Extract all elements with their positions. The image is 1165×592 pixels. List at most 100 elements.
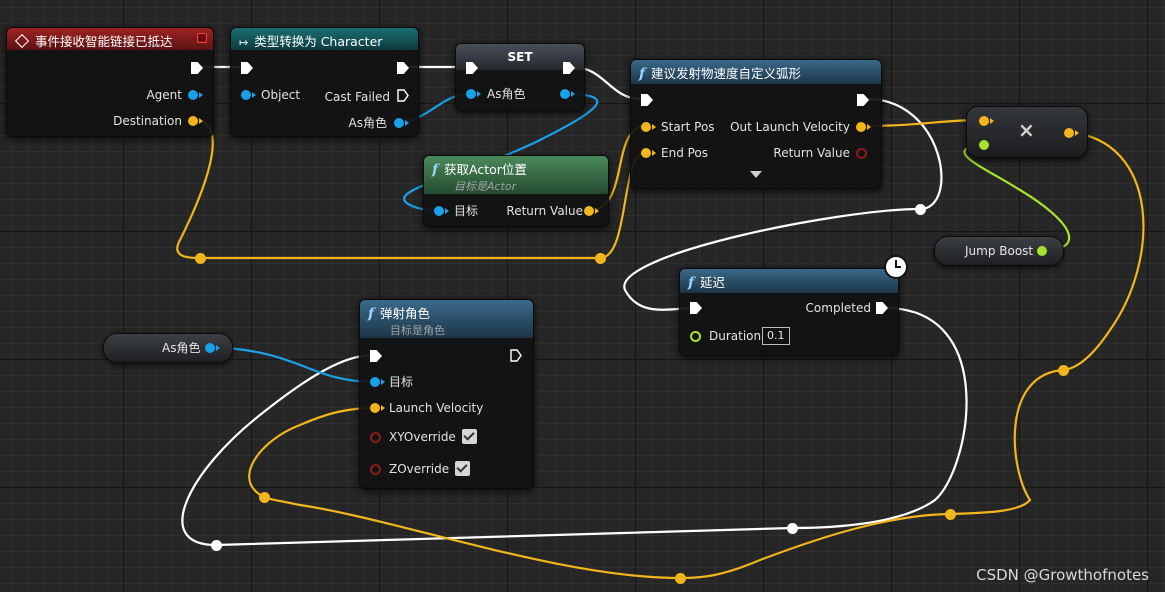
- delay-duration-input[interactable]: 0.1: [762, 327, 790, 345]
- vector-wire: [248, 406, 377, 499]
- as-char-variable[interactable]: As角色: [103, 333, 233, 363]
- delay-exec-in-pin[interactable]: [690, 302, 702, 314]
- suggest-arc-exec-out-pin[interactable]: [857, 94, 869, 106]
- event-destination-pin[interactable]: [188, 116, 203, 126]
- get-actor-location-header: f 获取Actor位置 目标是Actor: [424, 156, 608, 194]
- event-agent-pin[interactable]: [188, 90, 203, 100]
- reroute-node[interactable]: [1058, 365, 1069, 376]
- launch-xy-override-checkbox[interactable]: [461, 429, 477, 444]
- delay-title: 延迟: [700, 275, 726, 290]
- jump-boost-pin[interactable]: [1037, 246, 1047, 256]
- clock-icon: [884, 255, 908, 279]
- get-actor-location-target-pin[interactable]: [434, 206, 449, 216]
- exec-wire: [214, 526, 794, 547]
- suggest-arc-return-label: Return Value: [773, 146, 850, 160]
- launch-exec-in-pin[interactable]: [370, 350, 382, 362]
- cast-node-title: 类型转换为 Character: [254, 34, 383, 49]
- delay-completed-label: Completed: [805, 301, 871, 315]
- launch-character-subtitle: 目标是角色: [390, 324, 445, 337]
- multiply-out-pin[interactable]: [1064, 128, 1079, 138]
- launch-z-override-checkbox[interactable]: [455, 461, 471, 476]
- reroute-node[interactable]: [595, 253, 606, 264]
- suggest-arc-return-pin[interactable]: [856, 148, 867, 159]
- launch-xy-override-row: XYOverride: [389, 429, 477, 445]
- launch-z-override-row: ZOverride: [389, 461, 471, 477]
- event-agent-label: Agent: [146, 88, 182, 102]
- event-exec-out-pin[interactable]: [191, 62, 203, 74]
- suggest-arc-start-pos-pin[interactable]: [641, 122, 656, 132]
- launch-character-title: 弹射角色: [380, 306, 431, 321]
- reroute-node[interactable]: [915, 204, 926, 215]
- reroute-node[interactable]: [675, 573, 686, 584]
- cast-exec-in-pin[interactable]: [241, 62, 253, 74]
- vector-wire: [678, 512, 952, 580]
- cast-exec-out-pin[interactable]: [397, 62, 409, 74]
- reroute-node[interactable]: [787, 523, 798, 534]
- suggest-arc-node[interactable]: f 建议发射物速度自定义弧形 Start Pos Out Launch Veloc…: [630, 59, 882, 189]
- vector-wire: [948, 130, 1145, 516]
- suggest-arc-out-velocity-label: Out Launch Velocity: [730, 120, 850, 134]
- reroute-node[interactable]: [195, 253, 206, 264]
- multiply-a-pin[interactable]: [979, 116, 994, 126]
- get-actor-location-target-label: 目标: [454, 204, 479, 218]
- cast-failed-exec-pin[interactable]: [397, 89, 409, 102]
- delay-header: f 延迟: [680, 269, 898, 293]
- function-f-icon: f: [368, 306, 375, 322]
- suggest-arc-end-pos-label: End Pos: [661, 146, 709, 160]
- suggest-arc-title: 建议发射物速度自定义弧形: [651, 66, 802, 81]
- object-wire: [208, 345, 377, 384]
- launch-character-node[interactable]: f 弹射角色 目标是角色 目标 Launch Velocity XYOverrid…: [359, 299, 534, 489]
- cast-node[interactable]: ↦ 类型转换为 Character Object Cast Failed As角色: [230, 27, 419, 137]
- launch-velocity-label: Launch Velocity: [389, 401, 484, 415]
- set-node-title: SET: [507, 50, 533, 64]
- reroute-node[interactable]: [945, 509, 956, 520]
- get-actor-location-node[interactable]: f 获取Actor位置 目标是Actor 目标 Return Value: [423, 155, 609, 227]
- delay-completed-pin[interactable]: [876, 302, 888, 314]
- suggest-arc-header: f 建议发射物速度自定义弧形: [631, 60, 881, 84]
- function-f-icon: f: [688, 275, 695, 291]
- jump-boost-variable[interactable]: Jump Boost: [934, 236, 1064, 266]
- launch-xy-override-label: XYOverride: [389, 430, 456, 444]
- suggest-arc-exec-in-pin[interactable]: [641, 94, 653, 106]
- watermark: CSDN @Growthofnotes: [976, 566, 1149, 584]
- set-as-char-in-pin[interactable]: [466, 89, 481, 99]
- multiply-symbol: ×: [1018, 118, 1035, 142]
- cast-object-pin[interactable]: [241, 90, 256, 100]
- launch-velocity-pin[interactable]: [370, 403, 385, 413]
- launch-target-pin[interactable]: [370, 377, 385, 387]
- get-actor-location-return-pin[interactable]: [584, 206, 599, 216]
- cast-failed-label: Cast Failed: [324, 90, 390, 104]
- set-as-char-out-pin[interactable]: [560, 89, 575, 99]
- cast-object-label: Object: [261, 88, 301, 102]
- function-f-icon: f: [432, 162, 439, 178]
- event-diamond-icon: [14, 33, 30, 49]
- as-char-variable-pin[interactable]: [205, 343, 220, 353]
- multiply-node[interactable]: ×: [966, 106, 1088, 158]
- set-as-char-label: As角色: [487, 87, 526, 101]
- cast-as-char-pin[interactable]: [394, 118, 409, 128]
- reroute-node[interactable]: [211, 540, 222, 551]
- as-char-variable-label: As角色: [162, 341, 201, 355]
- delay-node[interactable]: f 延迟 Completed Duration 0.1: [679, 255, 908, 356]
- launch-z-override-label: ZOverride: [389, 462, 450, 476]
- launch-exec-out-pin[interactable]: [510, 349, 522, 362]
- suggest-arc-end-pos-pin[interactable]: [641, 148, 656, 158]
- suggest-arc-start-pos-label: Start Pos: [661, 120, 715, 134]
- multiply-b-pin[interactable]: [979, 140, 989, 150]
- jump-boost-label: Jump Boost: [965, 244, 1034, 258]
- launch-xy-override-pin[interactable]: [370, 432, 381, 443]
- set-node[interactable]: SET As角色: [455, 43, 585, 111]
- reroute-node[interactable]: [259, 492, 270, 503]
- get-actor-location-title: 获取Actor位置: [444, 162, 527, 177]
- event-node-header: 事件接收智能链接已抵达: [7, 28, 213, 50]
- launch-z-override-pin[interactable]: [370, 464, 381, 475]
- event-stop-icon: [197, 33, 207, 43]
- chevron-down-icon[interactable]: [750, 171, 762, 178]
- get-actor-location-return-label: Return Value: [506, 204, 583, 218]
- get-actor-location-subtitle: 目标是Actor: [454, 180, 517, 193]
- event-node-title: 事件接收智能链接已抵达: [35, 34, 173, 49]
- suggest-arc-out-velocity-pin[interactable]: [856, 122, 871, 132]
- delay-duration-pin[interactable]: [690, 331, 701, 342]
- exec-wire: [181, 353, 375, 547]
- event-node[interactable]: 事件接收智能链接已抵达 Agent Destination: [6, 27, 214, 137]
